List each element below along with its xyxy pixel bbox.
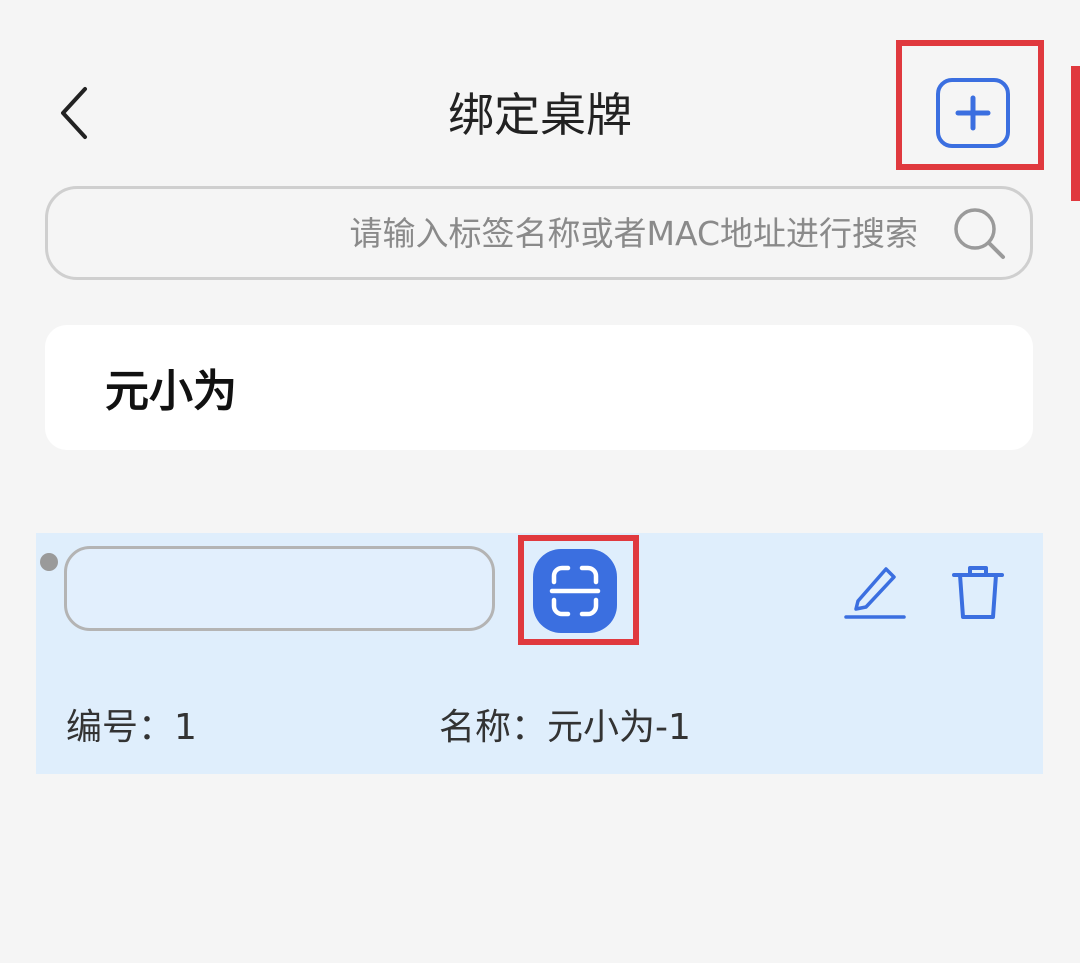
tag-number-label: 编号： — [66, 707, 175, 748]
mac-address-input[interactable] — [64, 546, 495, 631]
tag-name-label: 名称： — [439, 707, 548, 748]
bind-table-sign-screen: 绑定桌牌 元小为 — [0, 0, 1080, 963]
scan-button[interactable] — [533, 549, 617, 633]
group-card: 元小为 — [45, 325, 1033, 450]
tag-name-value: 元小为-1 — [547, 707, 691, 748]
chevron-left-icon — [61, 87, 87, 139]
scan-icon — [549, 565, 601, 617]
group-name: 元小为 — [105, 366, 237, 417]
plus-square-icon — [936, 78, 1010, 148]
tag-name: 名称：元小为-1 — [439, 698, 691, 750]
tag-number: 编号：1 — [66, 698, 197, 750]
trash-icon[interactable] — [948, 563, 1008, 621]
tag-row: 编号：1 名称：元小为-1 — [36, 533, 1043, 774]
add-button[interactable] — [935, 78, 1011, 148]
edge-highlight-mark — [1071, 66, 1080, 201]
search-bar — [45, 186, 1033, 280]
row-indicator-dot — [40, 553, 58, 571]
search-input[interactable] — [78, 189, 938, 277]
back-button[interactable] — [40, 78, 110, 148]
tag-number-value: 1 — [174, 707, 197, 748]
edit-icon[interactable] — [844, 561, 908, 621]
search-icon[interactable] — [951, 205, 1007, 261]
